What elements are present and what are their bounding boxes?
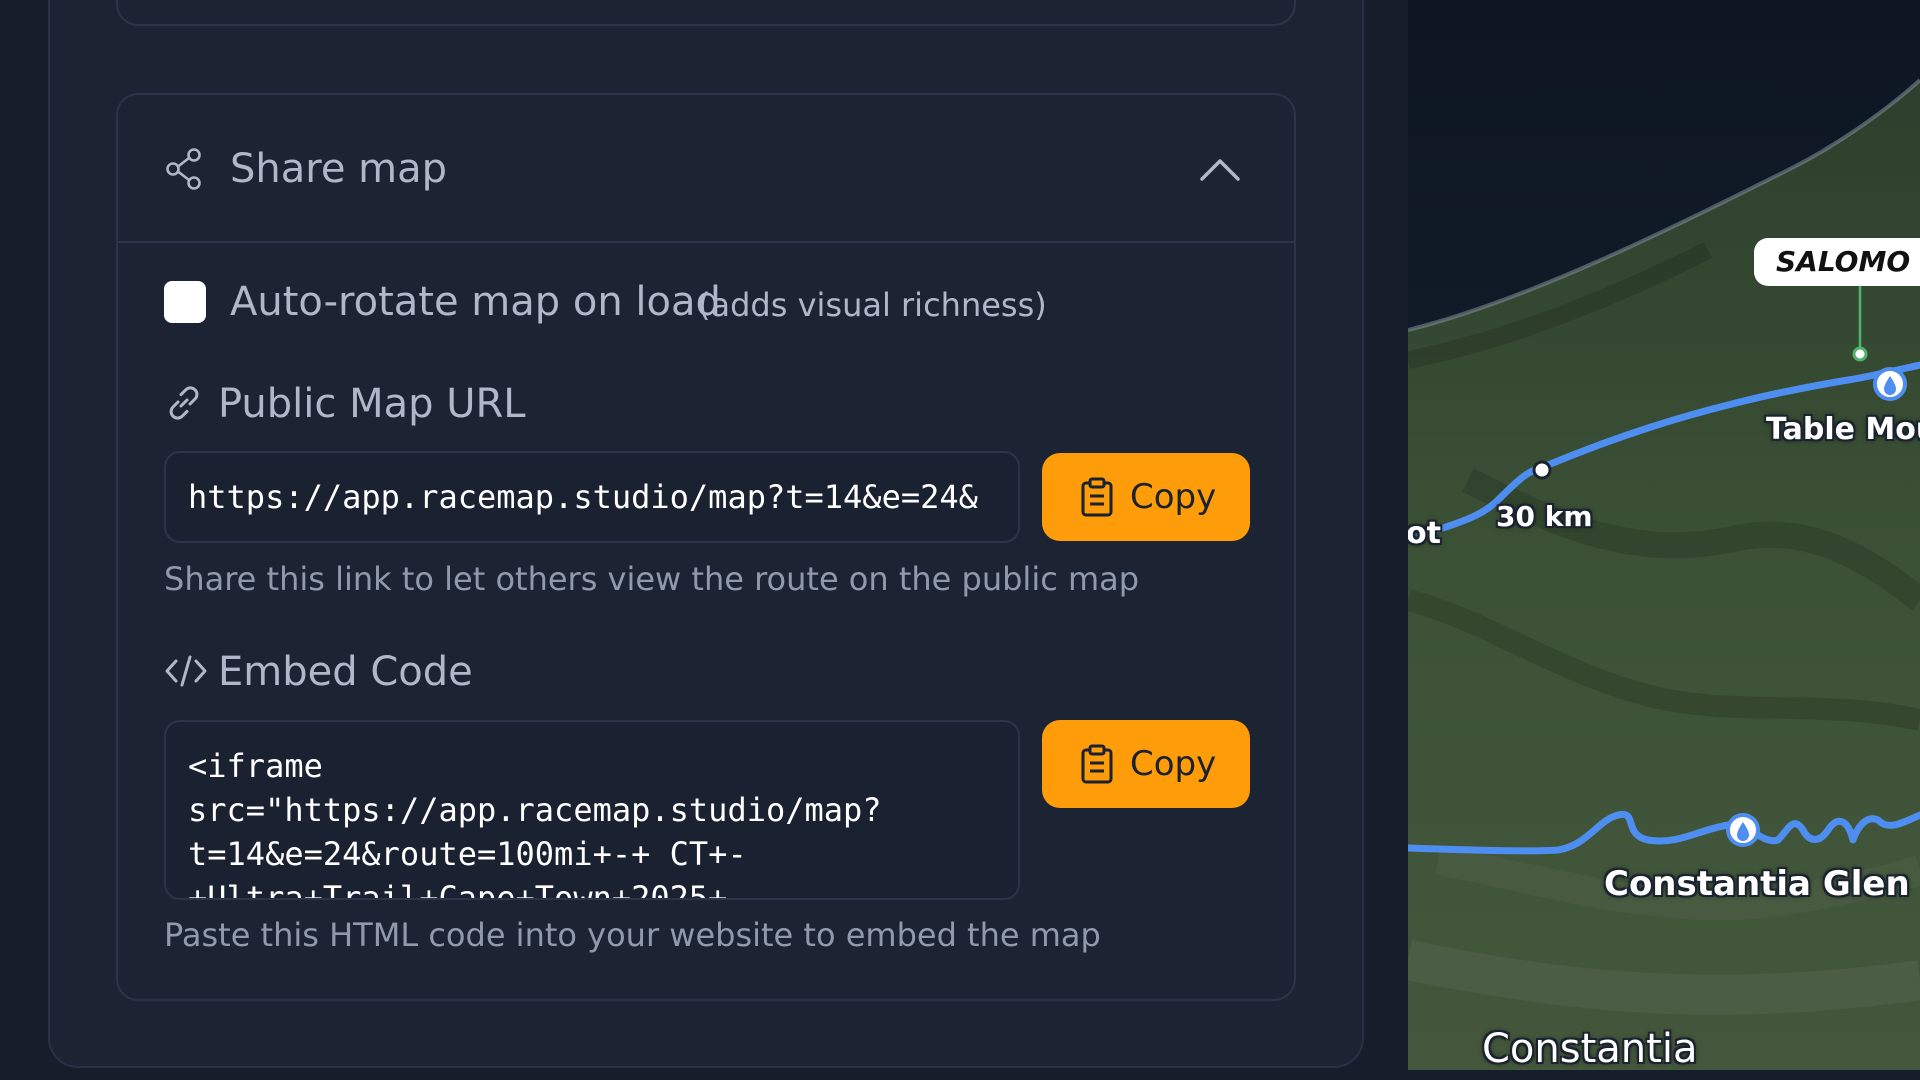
public-url-field[interactable]: https://app.racemap.studio/map?t=14&e=24… xyxy=(164,451,1020,543)
clipboard-icon xyxy=(1081,744,1113,784)
map-terrain xyxy=(1408,0,1920,1070)
share-icon xyxy=(166,148,201,190)
link-icon xyxy=(169,386,199,420)
public-url-helper: Share this link to let others view the r… xyxy=(164,560,1140,598)
auto-rotate-hint: (adds visual richness) xyxy=(698,286,1047,324)
share-map-title: Share map xyxy=(230,146,448,192)
sponsor-badge[interactable]: SALOMO xyxy=(1754,238,1920,286)
embed-code-title: Embed Code xyxy=(218,649,473,695)
copy-embed-label: Copy xyxy=(1130,744,1217,784)
previous-section-card xyxy=(116,0,1296,26)
map-label-km-marker: 30 km xyxy=(1496,500,1593,533)
copy-url-label: Copy xyxy=(1130,477,1217,517)
map-label-partial: ot xyxy=(1408,516,1441,551)
map-view[interactable]: SALOMO Table Mou 30 km ot Constantia Gle… xyxy=(1408,0,1920,1070)
embed-code-helper: Paste this HTML code into your website t… xyxy=(164,916,1101,954)
map-label-constantia-glen: Constantia Glen xyxy=(1604,864,1910,904)
chevron-up-icon[interactable] xyxy=(1196,151,1244,187)
share-map-card: Share map Auto-rotate map on load (adds … xyxy=(116,93,1296,1001)
public-url-title: Public Map URL xyxy=(218,381,526,427)
code-icon xyxy=(165,655,207,687)
map-label-table-mountain: Table Mou xyxy=(1766,412,1920,447)
copy-embed-button[interactable]: Copy xyxy=(1042,720,1250,808)
copy-url-button[interactable]: Copy xyxy=(1042,453,1250,541)
embed-code-field[interactable]: <iframe src="https://app.racemap.studio/… xyxy=(164,720,1020,900)
map-label-constantia: Constantia xyxy=(1482,1026,1698,1070)
share-map-header[interactable]: Share map xyxy=(118,95,1294,243)
auto-rotate-label[interactable]: Auto-rotate map on load xyxy=(230,277,721,327)
auto-rotate-checkbox[interactable] xyxy=(164,281,206,323)
clipboard-icon xyxy=(1081,477,1113,517)
